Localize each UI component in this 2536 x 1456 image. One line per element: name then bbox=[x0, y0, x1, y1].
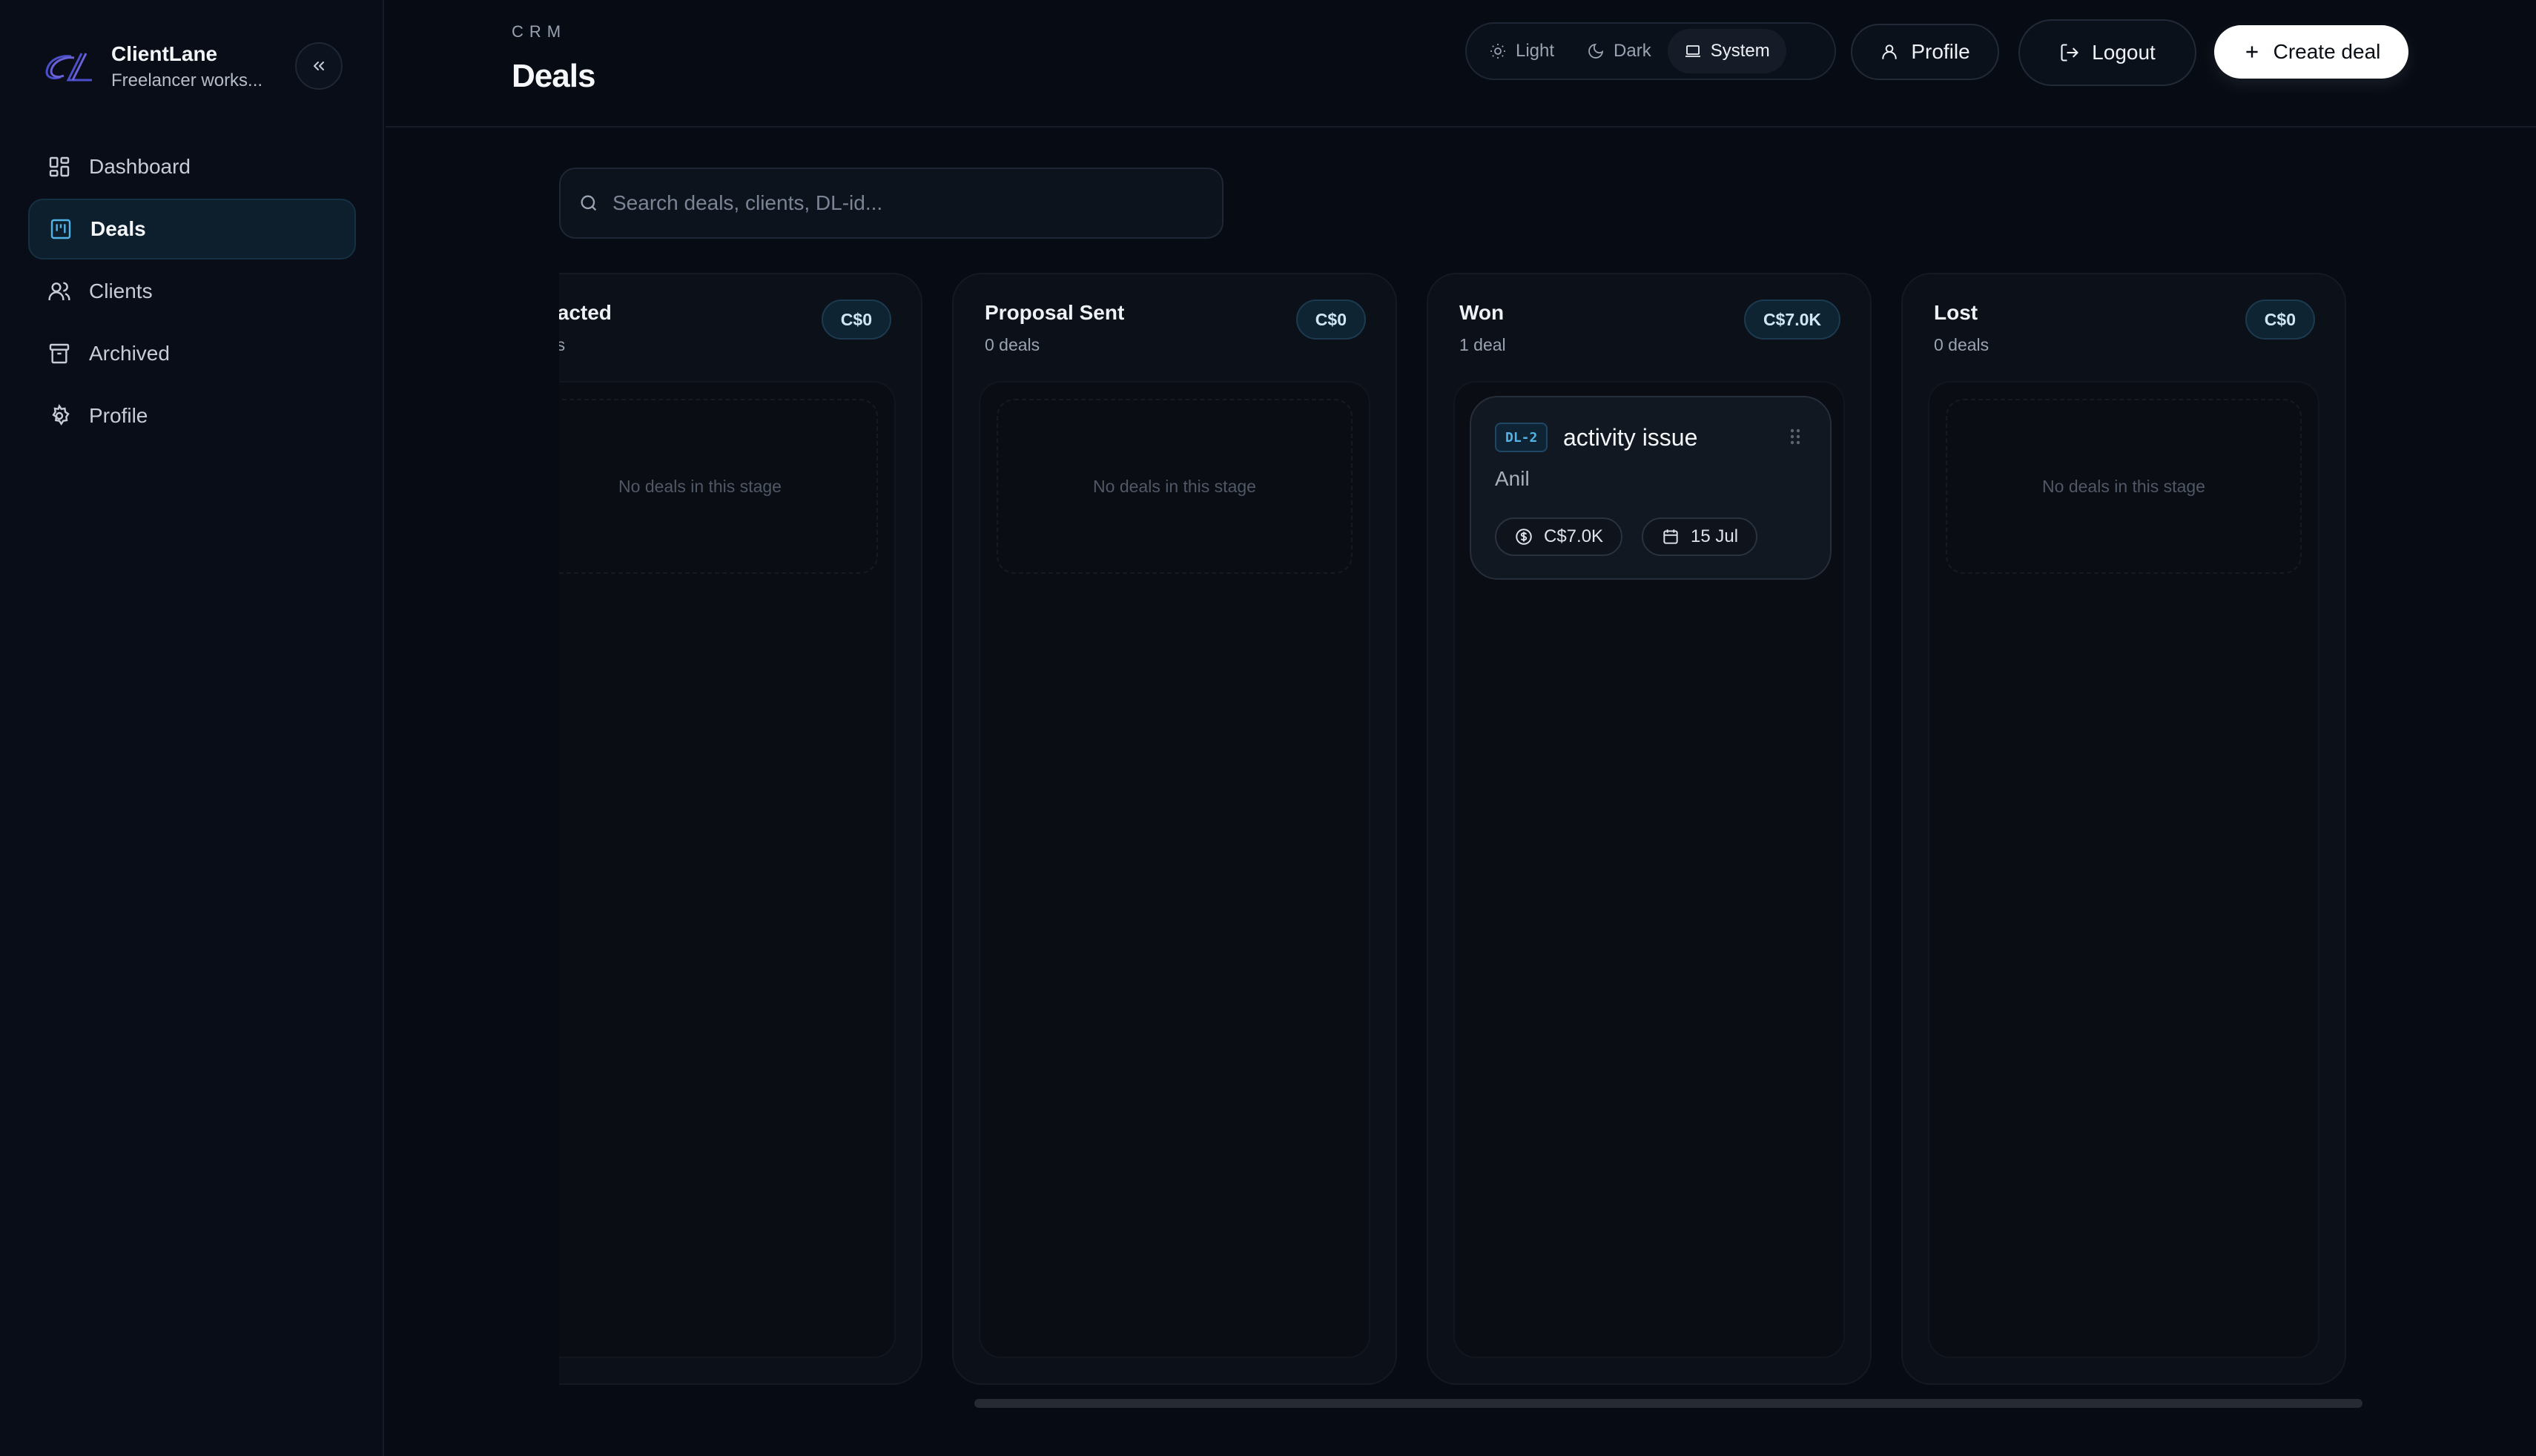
deal-client-name: Anil bbox=[1495, 467, 1530, 490]
logout-button[interactable]: Logout bbox=[2018, 19, 2196, 86]
stage-total-badge: C$0 bbox=[2245, 300, 2315, 340]
app-root: ClientLane Freelancer works... Dashboard… bbox=[0, 0, 2536, 1456]
sidebar-item-archived[interactable]: Archived bbox=[28, 323, 356, 384]
logout-icon bbox=[2061, 44, 2079, 62]
sidebar-item-profile[interactable]: Profile bbox=[28, 385, 356, 446]
deal-amount-chip: C$7.0K bbox=[1495, 517, 1623, 556]
users-icon bbox=[47, 279, 71, 303]
drag-handle-icon[interactable] bbox=[1789, 427, 1802, 446]
sidebar-item-dashboard[interactable]: Dashboard bbox=[28, 136, 356, 197]
stage-column-proposal-sent: Proposal Sent 0 deals C$0 No deals in th… bbox=[952, 273, 1397, 1385]
sidebar-nav: Dashboard Deals Clients Archived Profile bbox=[28, 136, 356, 448]
calendar-icon bbox=[1663, 529, 1678, 544]
moon-icon bbox=[1588, 43, 1604, 59]
deal-date: 15 Jul bbox=[1691, 526, 1739, 546]
kanban-icon bbox=[49, 217, 73, 241]
empty-stage-message: No deals in this stage bbox=[559, 399, 878, 574]
sidebar-item-label: Profile bbox=[89, 404, 148, 427]
brand-name: ClientLane bbox=[111, 42, 218, 65]
chevrons-left-icon bbox=[314, 62, 324, 70]
profile-button[interactable]: Profile bbox=[1851, 24, 1999, 80]
kanban-board[interactable]: Contacted 0 deals C$0 No deals in this s… bbox=[559, 273, 2362, 1392]
sun-icon bbox=[1490, 44, 1505, 59]
clientlane-logo bbox=[45, 53, 92, 82]
stage-total-badge: C$0 bbox=[821, 300, 891, 340]
create-deal-label: Create deal bbox=[2273, 40, 2381, 63]
stage-column-lost: Lost 0 deals C$0 No deals in this stage bbox=[1901, 273, 2346, 1385]
theme-option-dark[interactable]: Dark bbox=[1571, 29, 1668, 73]
sidebar-item-clients[interactable]: Clients bbox=[28, 261, 356, 322]
theme-option-label: System bbox=[1710, 41, 1770, 61]
logout-button-label: Logout bbox=[2092, 41, 2156, 64]
archive-icon bbox=[47, 342, 71, 365]
section-eyebrow: CRM bbox=[512, 22, 567, 41]
stage-deal-count: 0 deals bbox=[559, 335, 566, 354]
board-horizontal-scrollbar[interactable] bbox=[974, 1399, 2362, 1408]
gear-icon bbox=[47, 404, 71, 428]
stage-deal-count: 0 deals bbox=[985, 335, 1040, 354]
stage-dropzone[interactable]: No deals in this stage bbox=[979, 381, 1370, 1358]
brand[interactable]: ClientLane Freelancer works... bbox=[39, 40, 262, 93]
sidebar: ClientLane Freelancer works... Dashboard… bbox=[0, 0, 384, 1456]
stage-title: Lost bbox=[1934, 301, 1978, 324]
theme-option-label: Dark bbox=[1614, 41, 1651, 61]
sidebar-item-deals[interactable]: Deals bbox=[28, 199, 356, 259]
theme-option-label: Light bbox=[1516, 41, 1555, 61]
stage-title: Won bbox=[1459, 301, 1505, 324]
theme-option-light[interactable]: Light bbox=[1473, 29, 1571, 73]
search-icon bbox=[581, 195, 597, 211]
sidebar-item-label: Dashboard bbox=[89, 155, 191, 178]
stage-total-badge: C$7.0K bbox=[1744, 300, 1840, 340]
stage-total-badge: C$0 bbox=[1295, 300, 1366, 340]
dollar-circle-icon bbox=[1516, 529, 1532, 545]
profile-button-label: Profile bbox=[1911, 40, 1970, 63]
brand-subtitle: Freelancer works... bbox=[111, 70, 263, 90]
stage-column-won: Won 1 deal C$7.0K DL-2 activity issue An… bbox=[1427, 273, 1872, 1385]
empty-stage-message: No deals in this stage bbox=[1946, 399, 2302, 574]
page-title: Deals bbox=[512, 58, 595, 94]
laptop-icon bbox=[1685, 45, 1700, 57]
user-icon bbox=[1882, 44, 1897, 59]
search-input[interactable] bbox=[612, 191, 1191, 215]
collapse-sidebar-button[interactable] bbox=[295, 42, 343, 90]
sidebar-item-label: Archived bbox=[89, 342, 170, 365]
stage-dropzone[interactable]: No deals in this stage bbox=[559, 381, 896, 1358]
deal-card[interactable]: DL-2 activity issue Anil C$7.0K 15 Jul bbox=[1470, 396, 1832, 580]
plus-icon bbox=[2246, 46, 2258, 58]
stage-title: Proposal Sent bbox=[985, 301, 1125, 324]
deal-title: activity issue bbox=[1563, 424, 1698, 451]
deal-amount: C$7.0K bbox=[1544, 526, 1604, 546]
sidebar-item-label: Clients bbox=[89, 279, 153, 302]
theme-option-system[interactable]: System bbox=[1667, 29, 1786, 73]
stage-column-contacted: Contacted 0 deals C$0 No deals in this s… bbox=[559, 273, 922, 1385]
empty-stage-message: No deals in this stage bbox=[997, 399, 1353, 574]
stage-deal-count: 1 deal bbox=[1459, 335, 1506, 354]
deal-id-badge: DL-2 bbox=[1495, 423, 1548, 452]
sidebar-item-label: Deals bbox=[90, 217, 146, 240]
create-deal-button[interactable]: Create deal bbox=[2214, 25, 2408, 79]
deal-date-chip: 15 Jul bbox=[1642, 517, 1758, 556]
stage-deal-count: 0 deals bbox=[1934, 335, 1989, 354]
search-box bbox=[559, 168, 1224, 239]
stage-title: Contacted bbox=[559, 301, 612, 324]
page-header: CRM Deals Light Dark System Profile Logo… bbox=[386, 0, 2536, 128]
stage-dropzone[interactable]: No deals in this stage bbox=[1928, 381, 2319, 1358]
theme-switcher: Light Dark System bbox=[1465, 22, 1836, 80]
dashboard-icon bbox=[47, 155, 71, 179]
